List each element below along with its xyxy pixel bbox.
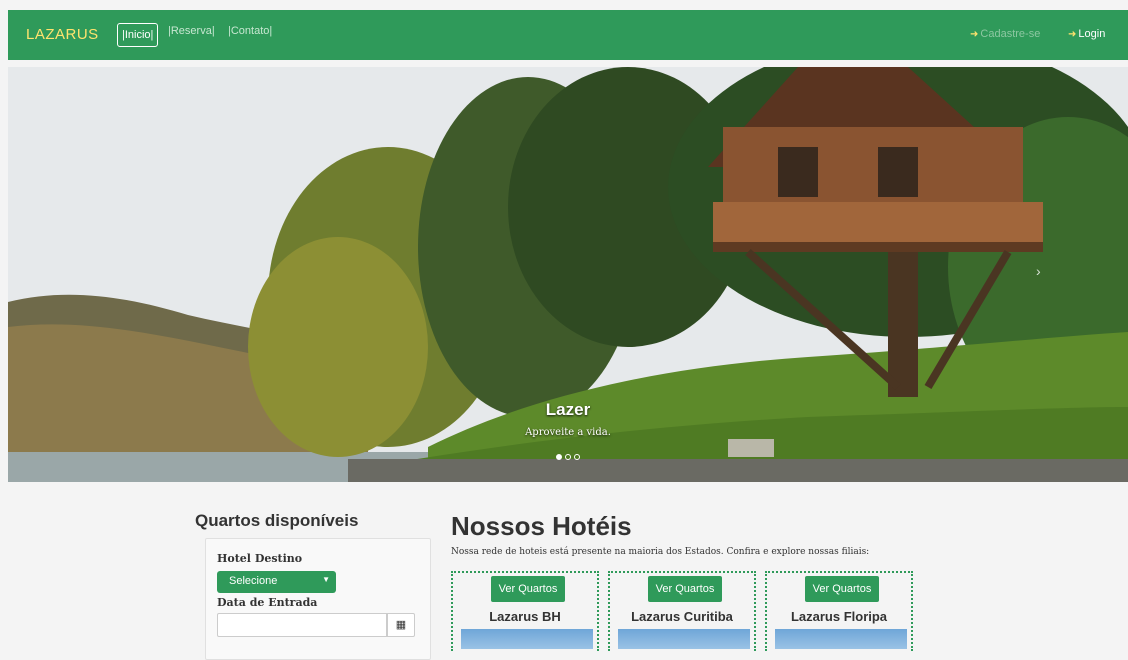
login-link[interactable]: ➜ Login — [1068, 28, 1105, 40]
signup-label: Cadastre-se — [980, 28, 1041, 40]
signup-link[interactable]: ➜ Cadastre-se — [970, 28, 1040, 40]
carousel-indicator[interactable] — [574, 454, 580, 460]
carousel-next-icon[interactable]: › — [1036, 263, 1041, 279]
carousel-caption-title: Lazer — [545, 400, 591, 419]
login-label: Login — [1078, 28, 1106, 40]
calendar-icon[interactable]: ▦ — [387, 613, 415, 637]
carousel-indicators — [556, 454, 580, 460]
nav-link-inicio[interactable]: |Inicio| — [117, 23, 159, 47]
hotel-image-curitiba[interactable] — [618, 629, 750, 649]
our-hotels-description: Nossa rede de hoteis está presente na ma… — [451, 547, 870, 557]
hotel-destination-select[interactable]: Selecione ▼ — [217, 571, 336, 593]
hotel-image-bh[interactable] — [461, 629, 593, 649]
check-in-date-label: Data de Entrada — [217, 596, 318, 609]
hotel-select-value: Selecione — [229, 575, 278, 587]
nav-link-reserva[interactable]: |Reserva| — [168, 25, 215, 37]
carousel-caption-subtitle: Aproveite a vida. — [525, 427, 611, 438]
carousel-indicator[interactable] — [565, 454, 571, 460]
hotel-name-bh: Lazarus BH — [489, 609, 561, 624]
caret-down-icon: ▼ — [322, 575, 330, 584]
view-rooms-button-bh[interactable]: Ver Quartos — [491, 576, 565, 602]
sign-in-icon: ➜ — [1068, 29, 1077, 40]
view-rooms-button-floripa[interactable]: Ver Quartos — [805, 576, 879, 602]
hotel-name-floripa: Lazarus Floripa — [790, 609, 888, 624]
available-rooms-title: Quartos disponíveis — [195, 511, 359, 530]
carousel-indicator[interactable] — [556, 454, 562, 460]
view-rooms-button-curitiba[interactable]: Ver Quartos — [648, 576, 722, 602]
hotel-destination-label: Hotel Destino — [217, 552, 303, 565]
our-hotels-title: Nossos Hotéis — [451, 511, 632, 541]
hotel-name-curitiba: Lazarus Curitiba — [631, 609, 733, 624]
hotel-card-floripa: Ver Quartos Lazarus Floripa — [765, 571, 913, 651]
hotel-card-curitiba: Ver Quartos Lazarus Curitiba — [608, 571, 756, 651]
check-in-date-input[interactable] — [217, 613, 387, 637]
sign-in-icon: ➜ — [970, 29, 979, 40]
top-navbar: LAZARUS |Inicio| |Reserva| |Contato| ➜ Ca… — [8, 10, 1128, 60]
nav-link-contato[interactable]: |Contato| — [228, 25, 272, 37]
brand-logo[interactable]: LAZARUS — [26, 26, 99, 43]
hero-carousel: Lazer Aproveite a vida. › — [8, 67, 1128, 482]
hotel-card-bh: Ver Quartos Lazarus BH — [451, 571, 599, 651]
hotel-image-floripa[interactable] — [775, 629, 907, 649]
